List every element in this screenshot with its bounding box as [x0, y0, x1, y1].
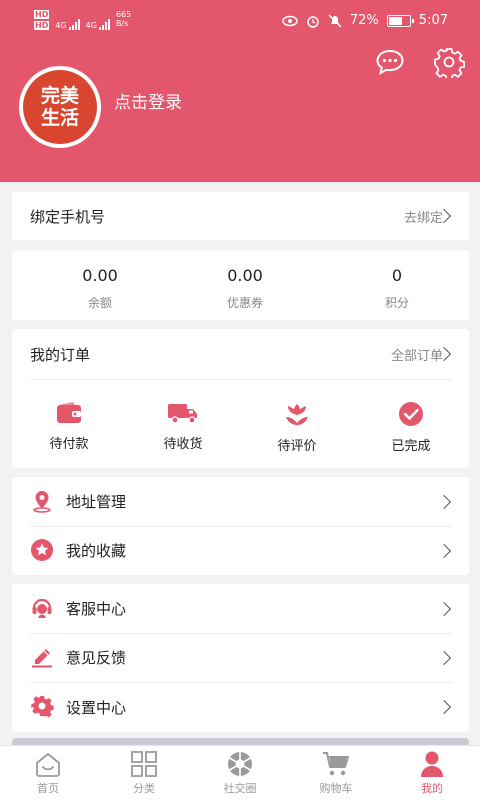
login-link[interactable]: 点击登录	[114, 88, 182, 113]
battery-percent: 72%	[349, 13, 379, 28]
stat-points[interactable]: 0 积分	[321, 266, 473, 311]
feedback-row[interactable]: 意见反馈	[12, 633, 469, 682]
gear-icon	[31, 696, 54, 718]
headset-icon	[32, 598, 52, 618]
settings-center-row[interactable]: 设置中心	[12, 682, 469, 732]
net-type-label: 4G	[85, 21, 97, 30]
chevron-right-icon	[436, 601, 452, 616]
chevron-right-icon	[436, 699, 452, 715]
network-indicators: HD HD 4G 4G 665 B/s	[34, 10, 131, 30]
grid-icon	[131, 751, 157, 777]
stat-balance[interactable]: 0.00 余额	[24, 266, 176, 311]
profile-header: HD HD 4G 4G 665 B/s 72% 5:07 完美 生活 点击登录	[0, 0, 480, 182]
star-icon	[31, 539, 53, 561]
alarm-icon	[307, 15, 319, 28]
bind-phone-row[interactable]: 绑定手机号 去绑定	[12, 192, 469, 240]
customer-service-row[interactable]: 客服中心	[12, 584, 469, 633]
eye-icon	[282, 15, 298, 26]
gear-icon[interactable]	[433, 46, 465, 78]
aperture-icon	[228, 752, 252, 776]
logo-mark: 完美 生活	[23, 70, 97, 144]
tab-social[interactable]: 社交圈	[192, 750, 288, 796]
clock: 5:07	[418, 13, 448, 28]
bind-phone-title: 绑定手机号	[30, 207, 106, 226]
cart-icon	[323, 752, 349, 776]
list-group-address: 地址管理 我的收藏	[12, 477, 469, 575]
bottom-tab-bar: 首页 分类 社交圈 购物车 我的	[0, 745, 480, 800]
order-pending-review[interactable]: 待评价	[240, 401, 354, 454]
mute-bell-icon	[328, 13, 342, 28]
chat-bubble-icon[interactable]	[374, 46, 406, 78]
tab-home[interactable]: 首页	[0, 750, 96, 796]
list-group-service: 客服中心 意见反馈 设置中心	[12, 584, 469, 732]
chevron-right-icon	[436, 494, 452, 509]
location-pin-icon	[33, 491, 51, 513]
status-right: 72% 5:07	[282, 13, 448, 28]
tab-me[interactable]: 我的	[384, 750, 480, 796]
tab-categories[interactable]: 分类	[96, 750, 192, 796]
favorites-row[interactable]: 我的收藏	[12, 526, 469, 575]
stats-card: 0.00 余额 0.00 优惠券 0 积分	[12, 250, 469, 320]
user-icon	[421, 751, 443, 777]
net-type-label: 4G	[55, 21, 67, 30]
orders-title: 我的订单	[30, 345, 91, 364]
all-orders-link[interactable]: 全部订单	[391, 345, 443, 364]
tab-cart[interactable]: 购物车	[288, 750, 384, 796]
signal-icon	[98, 18, 110, 30]
feedback-pen-icon	[32, 649, 52, 668]
orders-header-row[interactable]: 我的订单 全部订单	[12, 329, 469, 379]
orders-card: 我的订单 全部订单 待付款 待收货 待评价 已完成	[12, 329, 469, 468]
status-bar: HD HD 4G 4G 665 B/s 72% 5:07	[0, 0, 480, 44]
avatar-logo[interactable]: 完美 生活	[19, 66, 101, 148]
order-completed[interactable]: 已完成	[354, 401, 468, 454]
wallet-icon	[57, 402, 81, 423]
address-management-row[interactable]: 地址管理	[12, 477, 469, 526]
check-circle-icon	[399, 402, 423, 426]
bind-phone-card[interactable]: 绑定手机号 去绑定	[12, 192, 469, 240]
signal-icon	[68, 18, 80, 30]
net-speed: 665 B/s	[115, 10, 132, 28]
order-pending-receipt[interactable]: 待收货	[126, 401, 240, 452]
chevron-right-icon	[436, 543, 452, 558]
battery-icon	[386, 14, 414, 27]
order-pending-payment[interactable]: 待付款	[12, 401, 126, 452]
network-badge: HD	[34, 10, 50, 19]
stat-coupons[interactable]: 0.00 优惠券	[169, 266, 321, 311]
chevron-right-icon	[436, 650, 452, 665]
home-icon	[36, 753, 60, 777]
truck-icon	[168, 404, 197, 424]
divider	[30, 379, 451, 380]
flower-icon	[286, 404, 308, 425]
network-badge: HD	[34, 21, 50, 30]
